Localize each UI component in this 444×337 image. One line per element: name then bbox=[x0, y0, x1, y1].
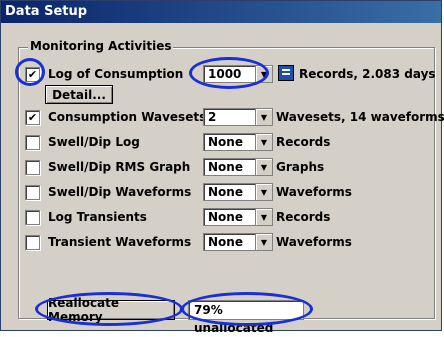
log-transients-select[interactable]: None ▼ bbox=[203, 208, 273, 226]
window-title: Data Setup bbox=[1, 1, 441, 23]
detail-button[interactable]: Detail... bbox=[45, 85, 113, 104]
row-swell-dip-log: Swell/Dip Log bbox=[25, 132, 208, 152]
transient-waveforms-value: None bbox=[203, 233, 255, 251]
consumption-wavesets-suffix: Wavesets, 14 waveforms bbox=[276, 110, 444, 124]
annotation-oval-reallocate bbox=[35, 292, 183, 326]
swell-dip-waveforms-select[interactable]: None ▼ bbox=[203, 183, 273, 201]
consumption-wavesets-label: Consumption Wavesets bbox=[48, 110, 207, 124]
transient-waveforms-label: Transient Waveforms bbox=[48, 235, 192, 249]
consumption-wavesets-select[interactable]: 2 ▼ bbox=[203, 108, 273, 126]
log-transients-label: Log Transients bbox=[48, 210, 147, 224]
transient-waveforms-select[interactable]: None ▼ bbox=[203, 233, 273, 251]
swell-dip-rms-graph-checkbox[interactable] bbox=[25, 159, 40, 175]
swell-dip-waveforms-label: Swell/Dip Waveforms bbox=[48, 185, 192, 199]
consumption-wavesets-value: 2 bbox=[203, 108, 255, 126]
data-setup-window: Data Setup Monitoring Activities ✔ Log o… bbox=[0, 0, 444, 335]
swell-dip-rms-graph-select[interactable]: None ▼ bbox=[203, 158, 273, 176]
row-transient-waveforms: Transient Waveforms bbox=[25, 232, 208, 252]
log-of-consumption-label: Log of Consumption bbox=[48, 67, 184, 81]
swell-dip-log-select[interactable]: None ▼ bbox=[203, 133, 273, 151]
chevron-down-icon[interactable]: ▼ bbox=[255, 208, 273, 226]
chevron-down-icon[interactable]: ▼ bbox=[255, 158, 273, 176]
log-transients-checkbox[interactable] bbox=[25, 209, 40, 225]
swell-dip-waveforms-suffix: Waveforms bbox=[276, 185, 352, 199]
row-swell-dip-waveforms: Swell/Dip Waveforms bbox=[25, 182, 208, 202]
chevron-down-icon[interactable]: ▼ bbox=[255, 133, 273, 151]
swell-dip-waveforms-checkbox[interactable] bbox=[25, 184, 40, 200]
row-log-transients: Log Transients bbox=[25, 207, 208, 227]
memory-icon[interactable] bbox=[278, 65, 294, 81]
dialog-client: Monitoring Activities ✔ Log of Consumpti… bbox=[3, 25, 444, 335]
annotation-oval-status bbox=[181, 292, 313, 326]
row-consumption-wavesets: ✔ Consumption Wavesets bbox=[25, 107, 208, 127]
swell-dip-log-suffix: Records bbox=[276, 135, 331, 149]
swell-dip-waveforms-value: None bbox=[203, 183, 255, 201]
chevron-down-icon[interactable]: ▼ bbox=[255, 108, 273, 126]
swell-dip-rms-graph-value: None bbox=[203, 158, 255, 176]
transient-waveforms-checkbox[interactable] bbox=[25, 234, 40, 250]
row-log-of-consumption: ✔ Log of Consumption bbox=[25, 64, 208, 84]
swell-dip-log-label: Swell/Dip Log bbox=[48, 135, 140, 149]
row-swell-dip-rms-graph: Swell/Dip RMS Graph bbox=[25, 157, 208, 177]
log-of-consumption-suffix: Records, 2.083 days bbox=[299, 67, 436, 81]
chevron-down-icon[interactable]: ▼ bbox=[255, 183, 273, 201]
checkmark-icon: ✔ bbox=[27, 110, 38, 124]
log-transients-suffix: Records bbox=[276, 210, 331, 224]
swell-dip-rms-graph-suffix: Graphs bbox=[276, 160, 325, 174]
swell-dip-log-checkbox[interactable] bbox=[25, 134, 40, 150]
swell-dip-rms-graph-label: Swell/Dip RMS Graph bbox=[48, 160, 191, 174]
annotation-oval-checkbox bbox=[15, 58, 45, 86]
consumption-wavesets-checkbox[interactable]: ✔ bbox=[25, 109, 40, 125]
swell-dip-log-value: None bbox=[203, 133, 255, 151]
log-transients-value: None bbox=[203, 208, 255, 226]
group-title: Monitoring Activities bbox=[28, 39, 174, 53]
annotation-oval-value bbox=[189, 57, 269, 89]
transient-waveforms-suffix: Waveforms bbox=[276, 235, 352, 249]
chevron-down-icon[interactable]: ▼ bbox=[255, 233, 273, 251]
